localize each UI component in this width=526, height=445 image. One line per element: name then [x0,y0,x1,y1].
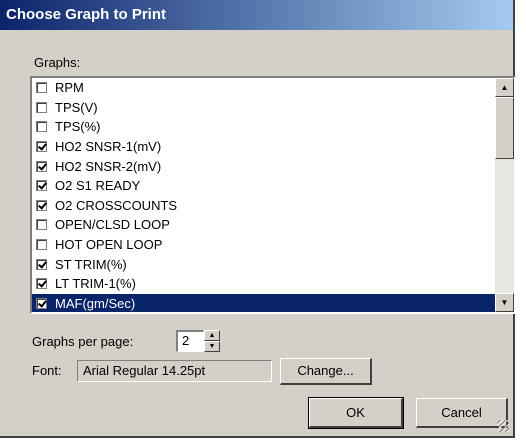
graph-checkbox[interactable] [36,121,47,133]
graph-checkbox[interactable] [36,180,47,192]
dialog-title: Choose Graph to Print [6,6,167,23]
graph-list-item[interactable]: HOT OPEN LOOP [32,235,495,255]
scroll-thumb[interactable] [495,97,514,159]
graph-label: HO2 SNSR-1(mV) [55,139,162,155]
graph-checkbox[interactable] [36,258,47,270]
graphs-per-page-label: Graphs per page: [32,334,134,349]
graph-label: O2 S1 READY [55,178,141,194]
graph-list-item[interactable]: O2 S1 READY [32,176,495,196]
ok-button[interactable]: OK [308,397,404,429]
graph-checkbox[interactable] [36,239,47,251]
graph-checkbox[interactable] [36,278,47,290]
graph-checkbox[interactable] [36,141,47,153]
graphs-listbox[interactable]: RPM TPS(V) TPS(%) HO2 SNSR-1(mV) HO2 SNSR-2(… [30,76,516,314]
graph-label: LT TRIM-1(%) [55,276,136,292]
graph-label: HOT OPEN LOOP [55,237,163,253]
graph-list-item[interactable]: HO2 SNSR-1(mV) [32,137,495,157]
graphs-list: RPM TPS(V) TPS(%) HO2 SNSR-1(mV) HO2 SNSR-2(… [32,78,495,312]
graph-label: TPS(V) [55,99,98,115]
graph-checkbox[interactable] [36,82,47,94]
graph-list-item[interactable]: LT TRIM-1(%) [32,274,495,294]
graph-label: HO2 SNSR-2(mV) [55,158,162,174]
graph-label: ST TRIM(%) [55,256,127,272]
graph-list-item[interactable]: TPS(V) [32,98,495,118]
scroll-down-button[interactable]: ▼ [495,293,514,312]
graph-checkbox[interactable] [36,199,47,211]
scroll-up-button[interactable]: ▲ [495,78,514,97]
graphs-per-page-input[interactable]: 2 [176,330,204,352]
graph-list-item[interactable]: TPS(%) [32,117,495,137]
graph-list-item[interactable]: OPEN/CLSD LOOP [32,215,495,235]
listbox-scrollbar[interactable]: ▲ ▼ [495,78,514,312]
spin-up-button[interactable]: ▲ [204,330,220,341]
cancel-button[interactable]: Cancel [416,398,508,428]
change-font-button[interactable]: Change... [280,358,372,385]
graph-label: RPM [55,80,84,96]
graph-list-item[interactable]: O2 CROSSCOUNTS [32,196,495,216]
graph-label: TPS(%) [55,119,101,135]
graphs-label: Graphs: [34,55,81,70]
graph-checkbox[interactable] [36,101,47,113]
graph-checkbox[interactable] [36,219,47,231]
resize-grip[interactable] [497,420,509,432]
choose-graph-dialog: Choose Graph to Print Graphs: RPM TPS(V) T… [0,0,516,438]
graph-list-item[interactable]: ST TRIM(%) [32,254,495,274]
font-value-field: Arial Regular 14.25pt [77,360,272,382]
spin-down-button[interactable]: ▼ [204,341,220,352]
graph-checkbox[interactable] [36,160,47,172]
graph-label: MAF(gm/Sec) [55,295,136,311]
graph-list-item[interactable]: MAF(gm/Sec) [32,293,495,312]
graph-checkbox[interactable] [36,297,47,309]
graph-list-item[interactable]: HO2 SNSR-2(mV) [32,156,495,176]
graph-label: OPEN/CLSD LOOP [55,217,170,233]
graphs-per-page-spinner: ▲ ▼ [204,330,220,352]
graph-label: O2 CROSSCOUNTS [55,197,178,213]
font-label: Font: [32,363,62,378]
title-bar[interactable]: Choose Graph to Print [0,0,513,30]
graph-list-item[interactable]: RPM [32,78,495,98]
